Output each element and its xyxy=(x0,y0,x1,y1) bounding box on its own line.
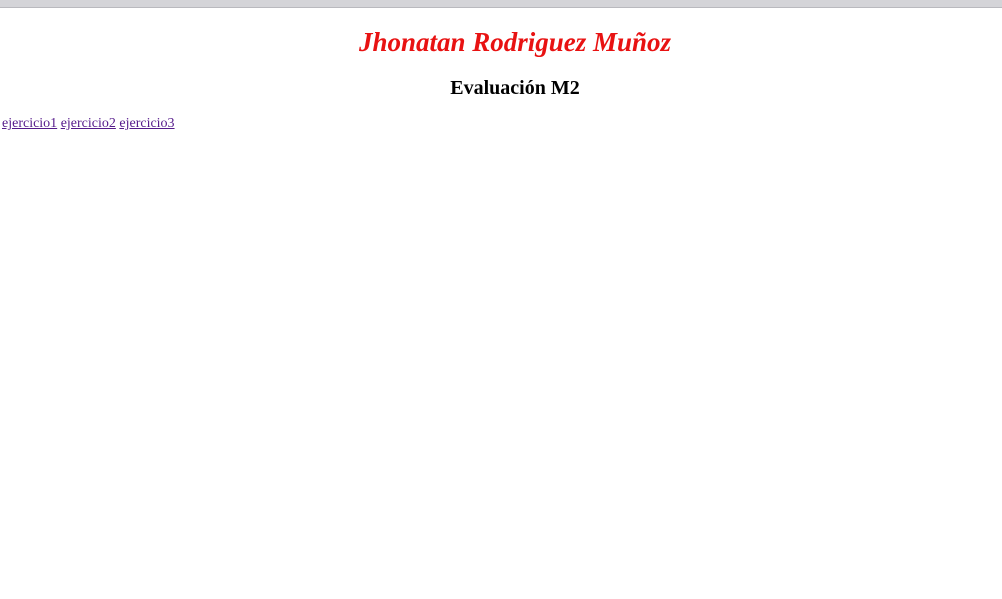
browser-top-bar xyxy=(0,0,1002,8)
link-ejercicio2[interactable]: ejercicio2 xyxy=(61,116,116,131)
exercise-links: ejercicio1 ejercicio2 ejercicio3 xyxy=(2,115,175,133)
page-title: Jhonatan Rodriguez Muñoz xyxy=(358,27,672,57)
link-ejercicio3[interactable]: ejercicio3 xyxy=(119,116,174,131)
page-subtitle: Evaluación M2 xyxy=(450,77,580,99)
link-ejercicio1[interactable]: ejercicio1 xyxy=(2,116,57,131)
